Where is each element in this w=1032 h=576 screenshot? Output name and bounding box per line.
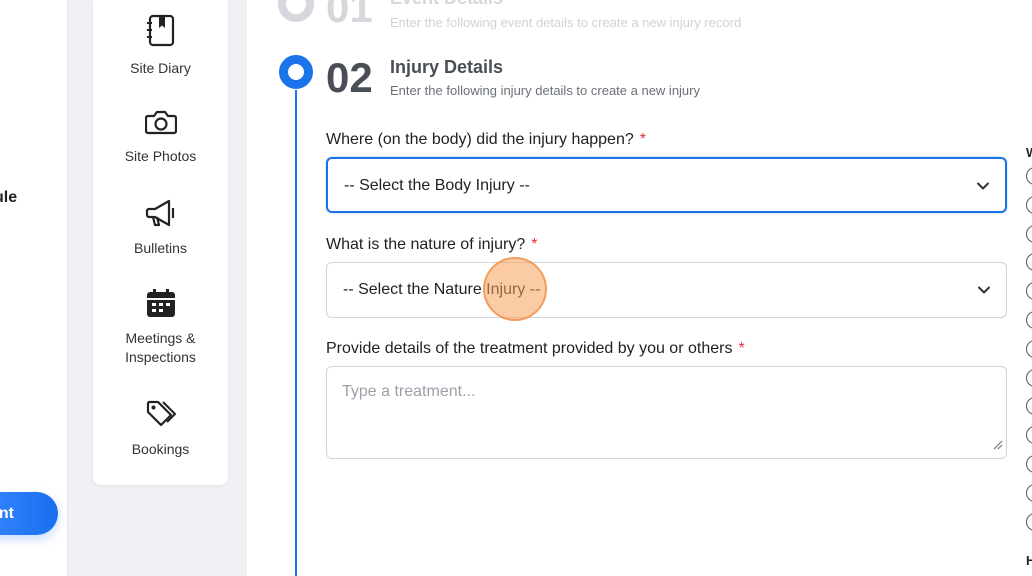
treatment-placeholder: Type a treatment... [342, 383, 476, 400]
option-radio[interactable] [1026, 512, 1032, 531]
right-options-column: W H [1026, 0, 1032, 576]
side-menu: Site Diary Site Photos Bulletins Meeting… [93, 0, 228, 485]
option-radio[interactable] [1026, 483, 1032, 502]
body-injury-label: Where (on the body) did the injury happe… [326, 131, 646, 149]
megaphone-icon [93, 198, 228, 233]
option-radio[interactable] [1026, 167, 1032, 185]
menu-label: Bookings [131, 441, 190, 457]
menu-item-bookings[interactable]: Bookings [93, 399, 228, 459]
nature-injury-label-text: What is the nature of injury? [326, 236, 526, 253]
left-pane: ule nt [0, 0, 68, 576]
nature-injury-select[interactable]: -- Select the Nature Injury -- [326, 262, 1007, 318]
step-1-title: Event Details [390, 0, 503, 9]
menu-item-bulletins[interactable]: Bulletins [93, 198, 228, 258]
option-radio[interactable] [1026, 368, 1032, 387]
body-injury-label-text: Where (on the body) did the injury happe… [326, 131, 634, 148]
options-footer-partial: H [1026, 553, 1032, 568]
camera-icon [93, 108, 228, 141]
options-heading-partial: W [1026, 145, 1032, 160]
required-asterisk: * [639, 131, 646, 148]
step-1-number: 01 [326, 0, 373, 31]
resize-handle-icon[interactable] [993, 437, 1003, 455]
menu-label: Bulletins [134, 240, 187, 256]
body-injury-selected-value: -- Select the Body Injury -- [344, 177, 530, 194]
treatment-label: Provide details of the treatment provide… [326, 340, 745, 358]
option-radio[interactable] [1026, 282, 1032, 301]
required-asterisk: * [531, 236, 538, 253]
option-radio[interactable] [1026, 253, 1032, 272]
nature-injury-selected-value: -- Select the Nature Injury -- [343, 281, 541, 298]
schedule-label-partial: ule [0, 189, 18, 206]
option-radio[interactable] [1026, 339, 1032, 358]
menu-label: Meetings & Inspections [125, 330, 196, 365]
option-radio[interactable] [1026, 195, 1032, 214]
option-radio[interactable] [1026, 426, 1032, 445]
option-radio[interactable] [1026, 397, 1032, 416]
step-2-indicator [279, 55, 313, 89]
chevron-down-icon [975, 178, 991, 199]
treatment-label-text: Provide details of the treatment provide… [326, 340, 733, 357]
step-timeline [295, 90, 297, 576]
calendar-icon [93, 288, 228, 323]
option-radio[interactable] [1026, 224, 1032, 243]
injury-form-panel: 01 Event Details Enter the following eve… [247, 0, 1032, 576]
option-radio[interactable] [1026, 311, 1032, 329]
diary-icon [93, 14, 228, 53]
menu-label: Site Diary [130, 60, 191, 76]
step-2-description: Enter the following injury details to cr… [390, 83, 700, 98]
treatment-textarea[interactable]: Type a treatment... [326, 366, 1007, 459]
required-asterisk: * [738, 340, 745, 357]
chevron-down-icon [976, 282, 992, 303]
menu-item-meetings-inspections[interactable]: Meetings & Inspections [93, 288, 228, 367]
option-radio[interactable] [1026, 455, 1032, 473]
primary-action-button[interactable]: nt [0, 492, 58, 535]
nature-injury-label: What is the nature of injury? * [326, 236, 537, 254]
step-1-description: Enter the following event details to cre… [390, 15, 742, 30]
body-injury-select[interactable]: -- Select the Body Injury -- [326, 157, 1007, 213]
tags-icon [93, 399, 228, 434]
menu-item-site-diary[interactable]: Site Diary [93, 14, 228, 78]
step-2-title: Injury Details [390, 57, 504, 77]
step-2-number: 02 [326, 54, 373, 101]
menu-label: Site Photos [124, 148, 197, 164]
menu-item-site-photos[interactable]: Site Photos [93, 108, 228, 166]
step-1-indicator [278, 0, 314, 22]
